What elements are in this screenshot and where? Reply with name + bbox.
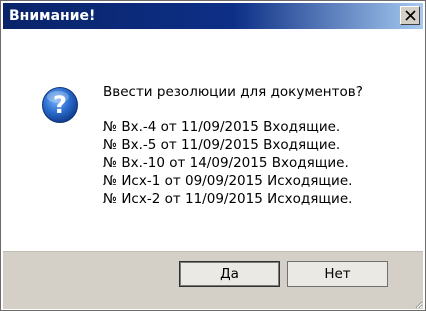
dialog-body: ? Ввести резолюции для документов? № Вх.… xyxy=(3,29,423,251)
question-text: Ввести резолюции для документов? xyxy=(103,84,363,100)
dialog-title: Внимание! xyxy=(9,8,96,24)
close-button[interactable] xyxy=(400,6,420,25)
question-icon: ? xyxy=(41,86,79,124)
message-text: Ввести резолюции для документов? № Вх.-4… xyxy=(103,83,363,208)
svg-text:?: ? xyxy=(53,91,67,119)
document-line: № Исх-2 от 11/09/2015 Исходящие. xyxy=(103,191,353,207)
document-line: № Вх.-10 от 14/09/2015 Входящие. xyxy=(103,155,349,171)
confirmation-dialog: Внимание! ? Ввести резолюции для докумен… xyxy=(0,0,426,311)
button-bar: Да Нет xyxy=(3,251,423,309)
resize-grip-icon[interactable] xyxy=(413,299,423,309)
yes-button[interactable]: Да xyxy=(179,261,280,287)
no-button[interactable]: Нет xyxy=(287,261,388,287)
document-line: № Исх-1 от 09/09/2015 Исходящие. xyxy=(103,173,353,189)
document-line: № Вх.-4 от 11/09/2015 Входящие. xyxy=(103,119,341,135)
close-icon xyxy=(405,10,416,21)
document-line: № Вх.-5 от 11/09/2015 Входящие. xyxy=(103,137,341,153)
title-bar[interactable]: Внимание! xyxy=(3,3,423,29)
